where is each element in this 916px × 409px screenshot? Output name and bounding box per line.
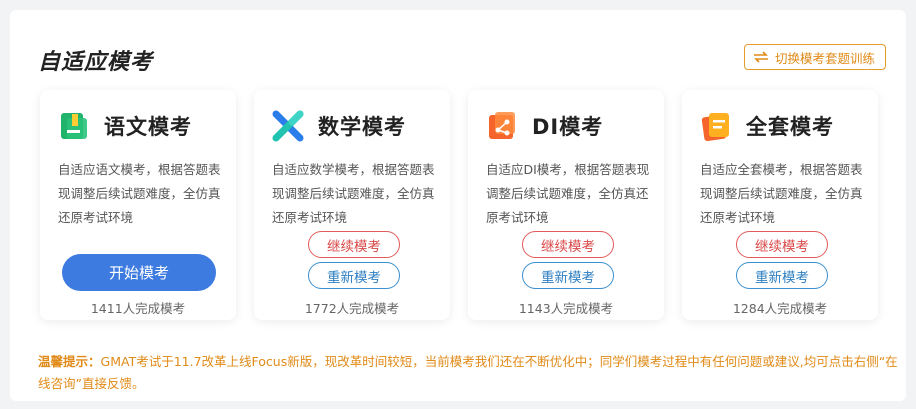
start-mock-button[interactable]: 开始模考 <box>62 254 216 291</box>
card-description: 自适应DI模考，根据答题表现调整后续试题难度，全仿真还原考试环境 <box>486 162 650 225</box>
switch-mock-set-button[interactable]: 切换模考套题训练 <box>743 44 886 70</box>
card-title: DI模考 <box>532 115 604 139</box>
card-description: 自适应语文模考，根据答题表现调整后续试题难度，全仿真还原考试环境 <box>58 162 221 225</box>
switch-mock-set-label: 切换模考套题训练 <box>774 50 875 66</box>
page-title: 自适应模考 <box>38 50 154 75</box>
card-title: 数学模考 <box>318 115 406 139</box>
restart-mock-button[interactable]: 重新模考 <box>522 262 614 289</box>
notice-tip: 温馨提示：GMAT考试于11.7改革上线Focus新版，现改革时间较短，当前模考… <box>38 351 898 395</box>
completed-count: 1143人完成模考 <box>518 301 614 316</box>
card-verbal: 语文模考 自适应语文模考，根据答题表现调整后续试题难度，全仿真还原考试环境 开始… <box>40 90 236 320</box>
completed-count: 1772人完成模考 <box>304 301 400 316</box>
card-math: 数学模考 自适应数学模考，根据答题表现调整后续试题难度，全仿真还原考试环境 继续… <box>254 90 450 320</box>
verbal-exam-icon <box>58 110 90 142</box>
restart-mock-button[interactable]: 重新模考 <box>308 262 400 289</box>
full-exam-icon <box>700 110 732 142</box>
card-title: 全套模考 <box>746 115 834 139</box>
continue-mock-button[interactable]: 继续模考 <box>522 231 614 258</box>
card-description: 自适应数学模考，根据答题表现调整后续试题难度，全仿真还原考试环境 <box>272 162 435 225</box>
notice-label: 温馨提示： <box>38 354 101 369</box>
math-exam-icon <box>272 110 304 142</box>
di-exam-icon <box>486 110 518 142</box>
continue-mock-button[interactable]: 继续模考 <box>308 231 400 258</box>
completed-count: 1411人完成模考 <box>90 301 186 316</box>
adaptive-mock-panel: 自适应模考 切换模考套题训练 语文模考 自适应语文模考，根据答题表现调整后续试题… <box>10 10 906 401</box>
continue-mock-button[interactable]: 继续模考 <box>736 231 828 258</box>
card-title: 语文模考 <box>104 115 192 139</box>
swap-arrows-icon <box>753 51 769 63</box>
completed-count: 1284人完成模考 <box>732 301 828 316</box>
card-di: DI模考 自适应DI模考，根据答题表现调整后续试题难度，全仿真还原考试环境 继续… <box>468 90 664 320</box>
card-full: 全套模考 自适应全套模考，根据答题表现调整后续试题难度，全仿真还原考试环境 继续… <box>682 90 878 320</box>
restart-mock-button[interactable]: 重新模考 <box>736 262 828 289</box>
notice-text: GMAT考试于11.7改革上线Focus新版，现改革时间较短，当前模考我们还在不… <box>38 354 898 391</box>
card-description: 自适应全套模考，根据答题表现调整后续试题难度，全仿真还原考试环境 <box>700 162 863 225</box>
